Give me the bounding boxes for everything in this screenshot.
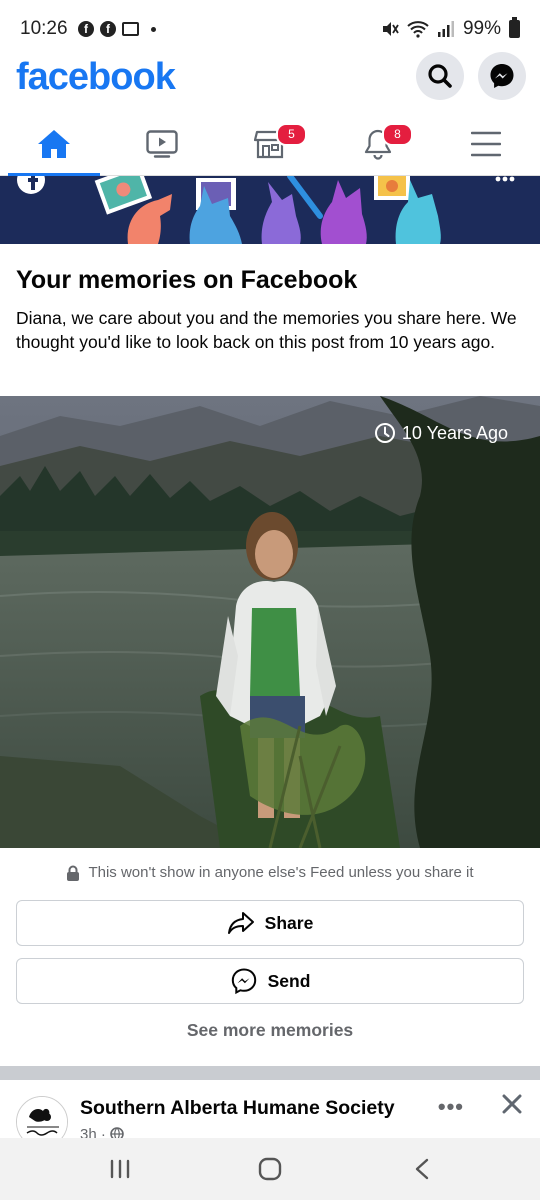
tab-marketplace[interactable]: 5 xyxy=(220,112,320,176)
facebook-logo[interactable]: facebook xyxy=(16,56,176,99)
messenger-icon xyxy=(231,968,256,995)
feed-divider xyxy=(0,1066,540,1080)
recent-apps-button[interactable] xyxy=(100,1154,140,1184)
post-time: 3h · xyxy=(80,1126,124,1138)
close-icon xyxy=(502,1094,522,1114)
share-button[interactable]: Share xyxy=(16,900,524,946)
post-options-button[interactable]: ••• xyxy=(438,1094,464,1120)
memory-photo-image xyxy=(0,396,540,848)
feed-post: Southern Alberta Humane Society 3h · ••• xyxy=(0,1080,540,1138)
memory-photo[interactable] xyxy=(0,396,540,848)
messenger-icon xyxy=(490,64,514,88)
notification-icons: f f xyxy=(78,21,156,37)
tab-bar: 5 8 xyxy=(0,112,540,176)
tab-notifications[interactable]: 8 xyxy=(328,112,428,176)
send-button[interactable]: Send xyxy=(16,958,524,1004)
facebook-notification-icon: f xyxy=(78,21,94,37)
home-icon xyxy=(38,130,70,158)
memory-title: Your memories on Facebook xyxy=(16,266,358,294)
search-button[interactable] xyxy=(416,52,464,100)
battery-icon xyxy=(509,17,520,38)
page-avatar[interactable] xyxy=(16,1096,68,1138)
home-circle-icon xyxy=(258,1157,282,1181)
system-icons: 99% xyxy=(381,17,520,40)
notifications-badge: 8 xyxy=(382,123,413,146)
messenger-button[interactable] xyxy=(478,52,526,100)
home-nav-button[interactable] xyxy=(250,1154,290,1184)
back-icon xyxy=(415,1158,429,1180)
privacy-note: This won't show in anyone else's Feed un… xyxy=(0,864,540,881)
hamburger-icon xyxy=(471,131,501,157)
tab-menu[interactable] xyxy=(436,112,536,176)
globe-icon xyxy=(110,1127,124,1138)
more-notifications-dot-icon xyxy=(151,26,156,32)
signal-icon xyxy=(437,21,454,37)
privacy-note-text: This won't show in anyone else's Feed un… xyxy=(88,864,474,881)
facebook-notification-icon: f xyxy=(100,21,116,37)
years-ago-badge: 10 Years Ago xyxy=(374,422,508,444)
hands-holding-photos-illustration xyxy=(0,176,540,244)
wifi-icon xyxy=(407,21,429,38)
years-ago-text: 10 Years Ago xyxy=(401,422,508,443)
memories-banner-illustration xyxy=(0,176,540,244)
share-icon xyxy=(227,912,254,934)
search-icon xyxy=(428,64,452,88)
post-author[interactable]: Southern Alberta Humane Society xyxy=(80,1097,395,1120)
hide-post-button[interactable] xyxy=(500,1092,524,1121)
system-navigation-bar xyxy=(0,1138,540,1200)
battery-percent: 99% xyxy=(462,18,501,39)
tab-watch[interactable] xyxy=(112,112,212,176)
clock-icon xyxy=(374,423,395,443)
tab-home[interactable] xyxy=(4,112,104,176)
humane-society-logo xyxy=(17,1097,67,1138)
lock-icon xyxy=(67,865,80,881)
post-time-text: 3h · xyxy=(80,1126,106,1138)
recent-apps-icon xyxy=(110,1159,130,1179)
memory-description: Diana, we care about you and the memorie… xyxy=(16,308,517,352)
marketplace-badge: 5 xyxy=(276,123,307,146)
share-label: Share xyxy=(264,912,314,933)
status-time: 10:26 xyxy=(20,18,68,39)
back-button[interactable] xyxy=(402,1154,442,1184)
mute-icon xyxy=(382,22,399,36)
video-icon xyxy=(146,130,178,158)
see-more-memories-link[interactable]: See more memories xyxy=(0,1020,540,1041)
send-label: Send xyxy=(267,970,311,991)
app-header: facebook xyxy=(0,50,540,110)
mail-notification-icon xyxy=(122,22,139,36)
